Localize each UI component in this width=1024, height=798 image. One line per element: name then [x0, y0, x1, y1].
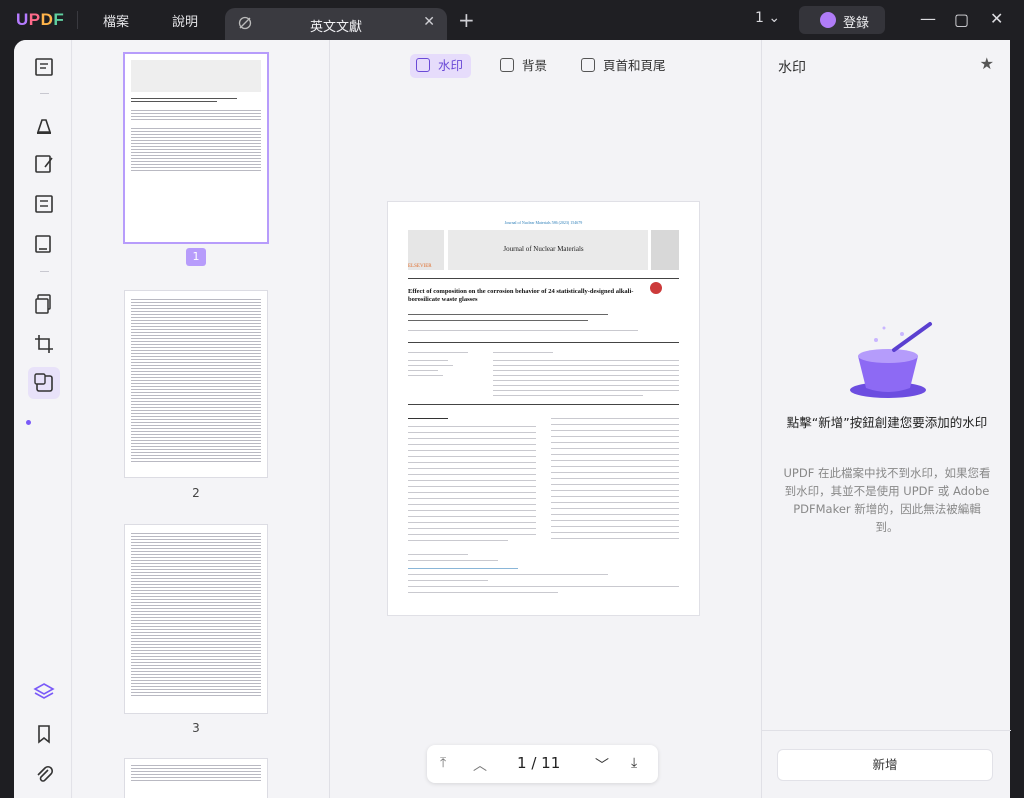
watermark-note: UPDF 在此檔案中找不到水印，如果您看到水印，其並不是使用 UPDF 或 Ad…	[783, 466, 991, 534]
article-title: Effect of composition on the corrosion b…	[408, 288, 634, 303]
toolbar-divider	[40, 271, 49, 272]
journal-cover	[651, 230, 679, 270]
page-number-label: 3	[192, 721, 200, 735]
form-icon[interactable]	[33, 193, 55, 215]
page-separator: /	[531, 754, 537, 772]
header-footer-icon	[581, 58, 595, 72]
attachment-icon[interactable]	[33, 763, 55, 785]
title-divider	[77, 11, 78, 29]
sign-icon[interactable]	[33, 233, 55, 255]
next-page-icon[interactable]: ﹀	[595, 755, 609, 775]
document-view: 水印 背景 頁首和頁尾 Journal of Nuclear Materials…	[331, 40, 761, 798]
page-number-label: 2	[192, 486, 200, 500]
close-tab-icon[interactable]: ✕	[423, 14, 435, 30]
prev-page-icon[interactable]: ︿	[473, 755, 487, 775]
reader-icon[interactable]	[33, 56, 55, 78]
tab-header-footer[interactable]: 頁首和頁尾	[581, 54, 666, 78]
page-navigator: ⤒ ︿ 1 / 11 ﹀ ⤓	[427, 745, 658, 783]
menu-help[interactable]: 說明	[172, 11, 198, 30]
bookmark-icon[interactable]	[33, 723, 55, 745]
active-indicator-dot	[26, 420, 31, 425]
comment-highlight-icon[interactable]	[33, 114, 55, 136]
watermark-panel: 水印 ★ 點擊“新增”按鈕創建您要添加的水印 UPDF 在此檔案中找不到水印，如…	[761, 40, 1011, 798]
panel-title: 水印	[778, 60, 806, 76]
journal-header-line: Journal of Nuclear Materials 586 (2023) …	[504, 220, 583, 225]
pdf-page[interactable]: Journal of Nuclear Materials 586 (2023) …	[388, 202, 699, 615]
watermark-prompt: 點擊“新增”按鈕創建您要添加的水印	[786, 415, 988, 430]
add-watermark-button[interactable]: 新增	[777, 749, 993, 781]
favorite-star-icon[interactable]: ★	[980, 54, 994, 73]
tab-header-footer-label: 頁首和頁尾	[603, 58, 666, 73]
version-label: 1	[755, 10, 764, 26]
watermark-icon	[416, 58, 430, 72]
tab-watermark[interactable]: 水印	[410, 54, 472, 78]
publisher-name: ELSEVIER	[408, 264, 432, 269]
layers-icon[interactable]	[33, 681, 55, 703]
left-toolbar	[14, 40, 72, 798]
current-page: 1	[517, 754, 527, 772]
document-tab[interactable]: 英文文獻 ✕	[225, 8, 447, 40]
toolbar-divider	[40, 93, 49, 94]
version-dropdown[interactable]: 1 ⌄	[755, 10, 780, 26]
crop-icon[interactable]	[33, 333, 55, 355]
page-thumbnail-2[interactable]	[125, 291, 267, 477]
tab-background-label: 背景	[522, 58, 548, 73]
tab-title: 英文文獻	[309, 20, 362, 35]
title-bar: UPDF 檔案 說明 英文文獻 ✕ + 1 ⌄ 登錄 — ▢ ✕	[0, 0, 1024, 40]
organize-pages-icon[interactable]	[33, 293, 55, 315]
avatar-icon	[820, 12, 836, 28]
page-thumbnail-1[interactable]	[125, 54, 267, 242]
new-tab-icon[interactable]: +	[458, 8, 475, 32]
minimize-icon[interactable]: —	[920, 9, 936, 28]
updf-logo: UPDF	[16, 10, 65, 29]
last-page-icon[interactable]: ⤓	[631, 755, 637, 771]
login-button[interactable]	[799, 6, 885, 34]
login-label: 登錄	[843, 16, 870, 31]
page-tools-icon[interactable]	[33, 372, 55, 394]
close-window-icon[interactable]: ✕	[990, 9, 1003, 28]
edit-pdf-icon[interactable]	[33, 153, 55, 175]
background-icon	[500, 58, 514, 72]
page-thumbnail-4[interactable]	[125, 759, 267, 798]
maximize-icon[interactable]: ▢	[954, 10, 969, 29]
tab-background[interactable]: 背景	[500, 54, 547, 78]
page-number-badge: 1	[186, 248, 206, 266]
thumbnail-panel: 1 2 3	[73, 40, 330, 798]
total-pages: 11	[541, 754, 561, 772]
menu-file[interactable]: 檔案	[103, 11, 129, 30]
panel-divider	[762, 730, 1011, 731]
page-indicator[interactable]: 1 / 11	[517, 754, 560, 772]
check-updates-icon	[650, 282, 662, 294]
tab-watermark-label: 水印	[438, 58, 464, 73]
magic-hat-illustration	[850, 322, 932, 398]
page-thumbnail-3[interactable]	[125, 525, 267, 713]
first-page-icon[interactable]: ⤒	[440, 755, 446, 771]
